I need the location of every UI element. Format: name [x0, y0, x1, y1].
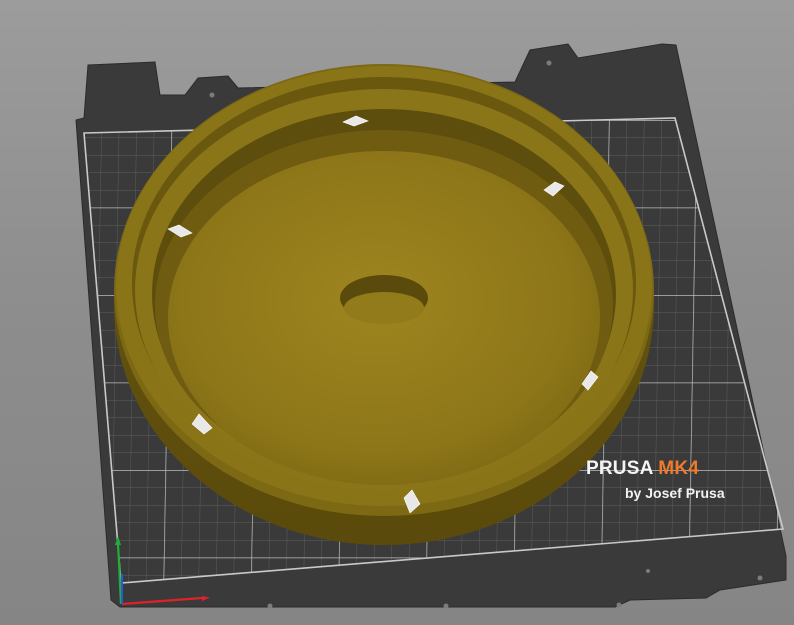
- bed-model-name: MK4: [658, 458, 700, 479]
- build-plate-scene[interactable]: [0, 0, 794, 625]
- 3d-viewport[interactable]: PRUSA MK4 by Josef Prusa: [0, 0, 794, 625]
- bed-brand-label: PRUSA MK4: [586, 459, 699, 478]
- printed-model-tray[interactable]: [114, 64, 654, 545]
- bed-brand-name: PRUSA: [586, 458, 653, 479]
- bed-byline: by Josef Prusa: [625, 485, 725, 501]
